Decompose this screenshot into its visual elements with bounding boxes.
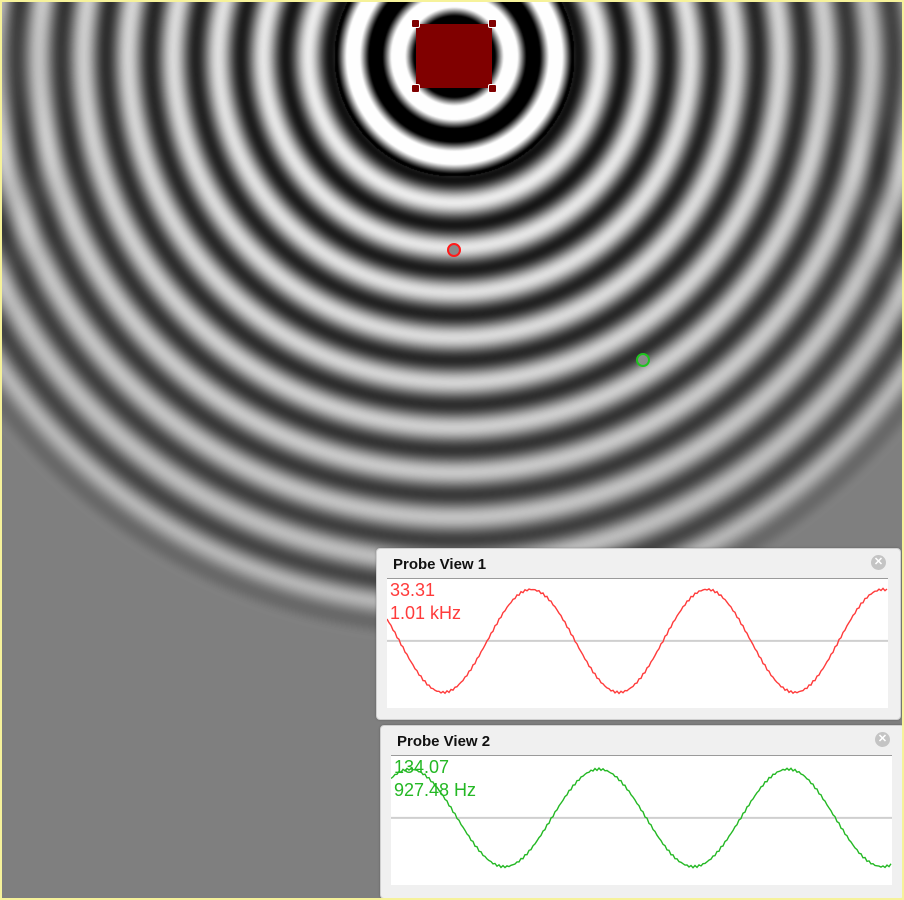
resize-handle-bottom-right[interactable] [488, 84, 497, 93]
probe-view-1-frequency: 1.01 kHz [390, 603, 462, 623]
probe-2-marker[interactable] [636, 353, 650, 367]
wave-source[interactable] [411, 19, 497, 93]
probe-1-marker[interactable] [447, 243, 461, 257]
probe-view-2-plot: 134.07 927.48 Hz [391, 755, 892, 885]
probe-view-2-frequency: 927.48 Hz [394, 780, 477, 800]
resize-handle-bottom-left[interactable] [411, 84, 420, 93]
probe-view-2-panel: Probe View 2 ✕ 134.07 927.48 Hz [380, 725, 902, 898]
probe-view-1-chart [387, 587, 888, 695]
close-icon[interactable]: ✕ [871, 555, 886, 570]
probe-view-1-plot: 33.31 1.01 kHz [387, 578, 888, 708]
resize-handle-top-right[interactable] [488, 19, 497, 28]
probe-view-2-title[interactable]: Probe View 2 [397, 733, 490, 750]
probe-view-1-value: 33.31 [390, 580, 436, 600]
simulation-frame: Probe View 1 ✕ 33.31 1.01 kHz Probe View… [0, 0, 904, 900]
probe-view-2-chart [391, 767, 892, 869]
close-icon[interactable]: ✕ [875, 732, 890, 747]
probe-view-2-value: 134.07 [394, 757, 450, 777]
probe-view-1-title[interactable]: Probe View 1 [393, 556, 486, 573]
resize-handle-top-left[interactable] [411, 19, 420, 28]
probe-view-1-panel: Probe View 1 ✕ 33.31 1.01 kHz [376, 548, 901, 720]
